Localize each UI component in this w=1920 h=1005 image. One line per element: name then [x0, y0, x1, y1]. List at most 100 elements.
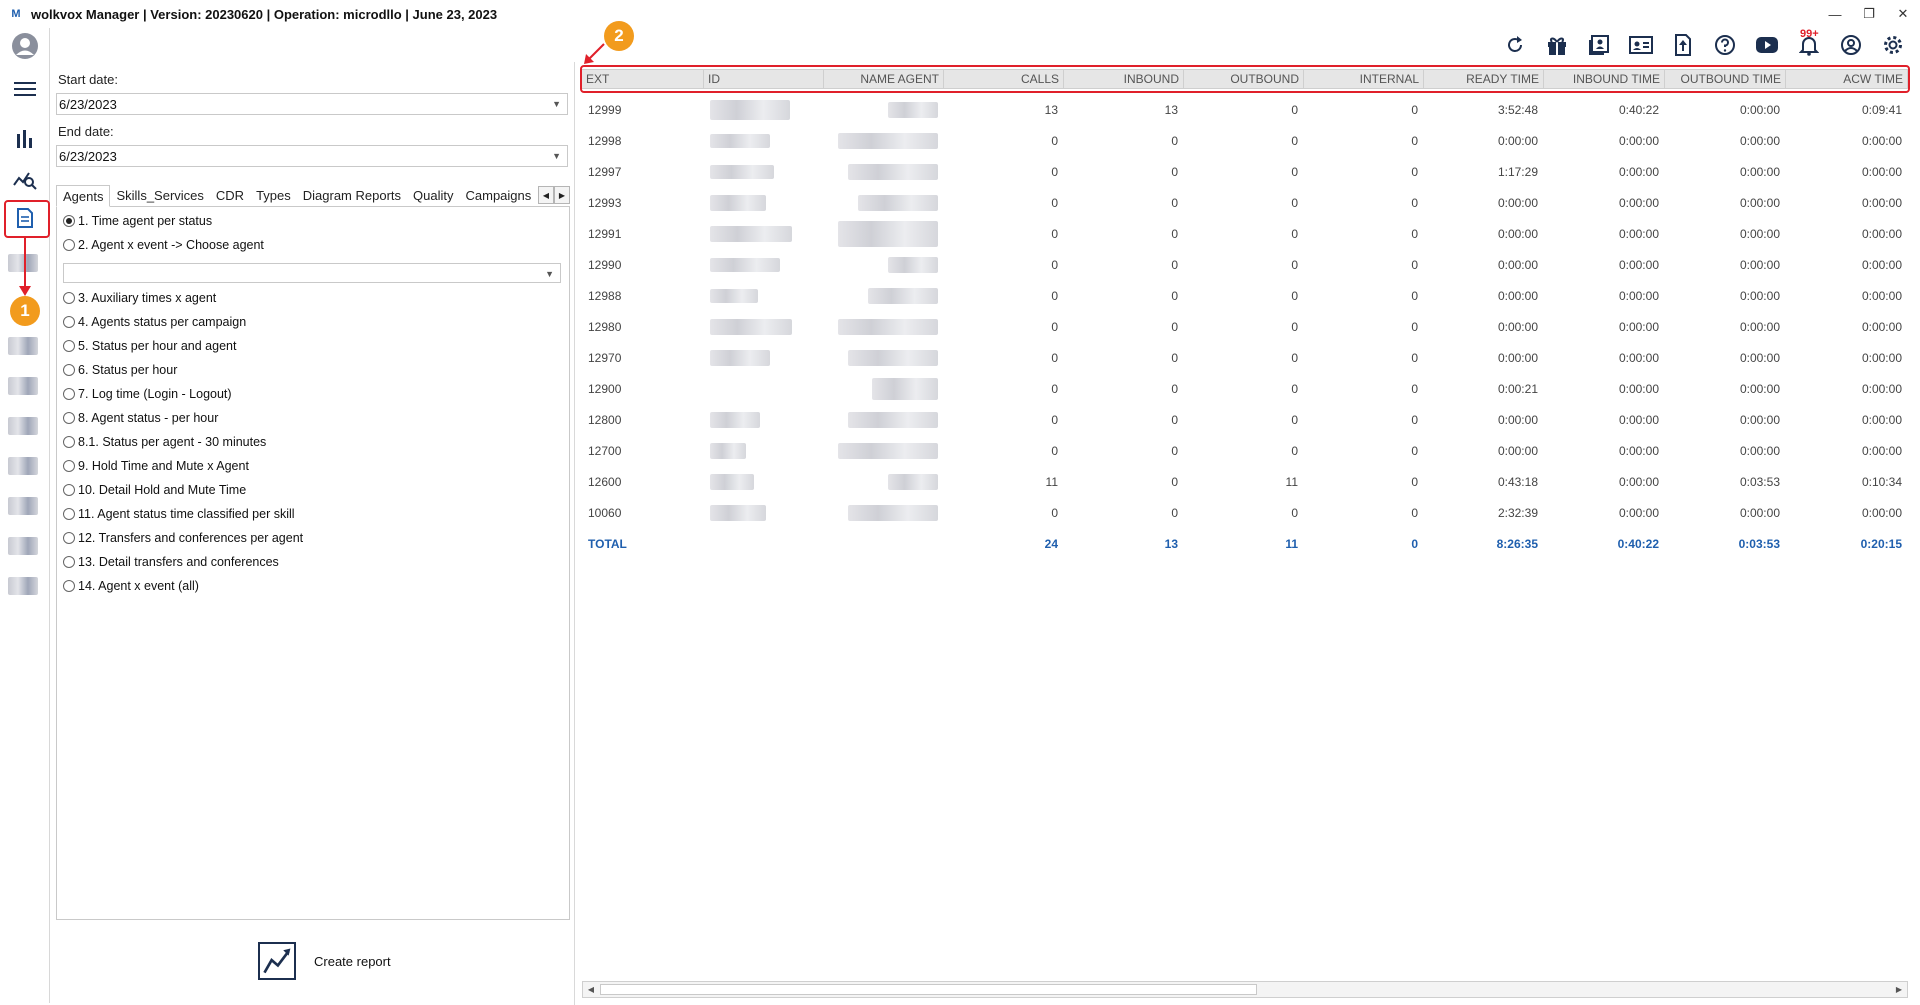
report-option[interactable]: 10. Detail Hold and Mute Time: [63, 483, 246, 497]
report-option[interactable]: 8. Agent status - per hour: [63, 411, 218, 425]
restore-button[interactable]: ❐: [1852, 0, 1886, 28]
report-option[interactable]: 9. Hold Time and Mute x Agent: [63, 459, 249, 473]
chevron-down-icon[interactable]: ▼: [552, 151, 561, 161]
rail-item-redacted[interactable]: [8, 497, 38, 515]
column-header-calls[interactable]: CALLS: [944, 70, 1064, 88]
gift-icon[interactable]: [1536, 28, 1578, 62]
rail-item-redacted[interactable]: [8, 337, 38, 355]
table-row[interactable]: 12600 11 0 11 0 0:43:18 0:00:00 0:03:53 0:10:34: [582, 466, 1908, 497]
table-row[interactable]: 12991 0 0 0 0 0:00:00 0:00:00 0:00:00 0:00:00: [582, 218, 1908, 249]
radio[interactable]: [63, 316, 75, 328]
table-row[interactable]: 12980 0 0 0 0 0:00:00 0:00:00 0:00:00 0:00:00: [582, 311, 1908, 342]
tab-campaigns[interactable]: Campaigns: [460, 185, 538, 206]
chevron-left-icon[interactable]: ◀: [538, 186, 554, 204]
report-option[interactable]: 14. Agent x event (all): [63, 579, 199, 593]
table-row[interactable]: 12993 0 0 0 0 0:00:00 0:00:00 0:00:00 0:00:00: [582, 187, 1908, 218]
column-header-inbound-time[interactable]: INBOUND TIME: [1544, 70, 1665, 88]
user-circle-icon[interactable]: [1830, 28, 1872, 62]
file-export-icon[interactable]: [1662, 28, 1704, 62]
table-row[interactable]: 12999 13 13 0 0 3:52:48 0:40:22 0:00:00 0:09:41: [582, 94, 1908, 125]
close-button[interactable]: ✕: [1886, 0, 1920, 28]
radio[interactable]: [63, 508, 75, 520]
help-icon[interactable]: [1704, 28, 1746, 62]
report-option[interactable]: 4. Agents status per campaign: [63, 315, 246, 329]
bar-chart-icon[interactable]: [8, 123, 42, 153]
minimize-button[interactable]: —: [1818, 0, 1852, 28]
report-option[interactable]: 7. Log time (Login - Logout): [63, 387, 232, 401]
id-card-icon[interactable]: [1620, 28, 1662, 62]
report-option[interactable]: 1. Time agent per status: [63, 214, 212, 228]
radio[interactable]: [63, 364, 75, 376]
report-option[interactable]: 12. Transfers and conferences per agent: [63, 531, 303, 545]
radio[interactable]: [63, 580, 75, 592]
column-header-name-agent[interactable]: NAME AGENT: [824, 70, 944, 88]
report-option[interactable]: 2. Agent x event -> Choose agent: [63, 238, 264, 252]
tab-cdr[interactable]: CDR: [210, 185, 250, 206]
rail-item-redacted[interactable]: [8, 577, 38, 595]
rail-item-redacted[interactable]: [8, 377, 38, 395]
scroll-right-icon[interactable]: ▶: [1891, 982, 1907, 997]
hamburger-menu-icon[interactable]: [8, 74, 42, 104]
table-row[interactable]: 12800 0 0 0 0 0:00:00 0:00:00 0:00:00 0:00:00: [582, 404, 1908, 435]
user-avatar-icon[interactable]: [8, 31, 42, 61]
table-row[interactable]: 12700 0 0 0 0 0:00:00 0:00:00 0:00:00 0:00:00: [582, 435, 1908, 466]
table-row[interactable]: 12990 0 0 0 0 0:00:00 0:00:00 0:00:00 0:00:00: [582, 249, 1908, 280]
table-row[interactable]: 12997 0 0 0 0 1:17:29 0:00:00 0:00:00 0:00:00: [582, 156, 1908, 187]
youtube-icon[interactable]: [1746, 28, 1788, 62]
report-option[interactable]: 5. Status per hour and agent: [63, 339, 236, 353]
radio[interactable]: [63, 436, 75, 448]
radio[interactable]: [63, 388, 75, 400]
radio[interactable]: [63, 484, 75, 496]
chevron-right-icon[interactable]: ▶: [554, 186, 570, 204]
horizontal-scrollbar[interactable]: ◀ ▶: [582, 981, 1908, 998]
tab-diagram-reports[interactable]: Diagram Reports: [297, 185, 407, 206]
end-date-input[interactable]: 6/23/2023 ▼: [56, 145, 568, 167]
radio[interactable]: [63, 460, 75, 472]
column-header-outbound[interactable]: OUTBOUND: [1184, 70, 1304, 88]
radio[interactable]: [63, 239, 75, 251]
report-option[interactable]: 8.1. Status per agent - 30 minutes: [63, 435, 266, 449]
tab-types[interactable]: Types: [250, 185, 297, 206]
column-header-ready-time[interactable]: READY TIME: [1424, 70, 1544, 88]
radio[interactable]: [63, 412, 75, 424]
table-row[interactable]: 12970 0 0 0 0 0:00:00 0:00:00 0:00:00 0:00:00: [582, 342, 1908, 373]
table-row[interactable]: 12900 0 0 0 0 0:00:21 0:00:00 0:00:00 0:00:00: [582, 373, 1908, 404]
report-option[interactable]: 11. Agent status time classified per ski…: [63, 507, 295, 521]
create-report-button[interactable]: Create report: [258, 942, 391, 980]
radio[interactable]: [63, 556, 75, 568]
chevron-down-icon[interactable]: ▼: [545, 269, 554, 279]
radio-selected[interactable]: [63, 215, 75, 227]
rail-item-redacted[interactable]: [8, 417, 38, 435]
refresh-icon[interactable]: [1494, 28, 1536, 62]
column-header-inbound[interactable]: INBOUND: [1064, 70, 1184, 88]
radio[interactable]: [63, 532, 75, 544]
chart-search-icon[interactable]: [8, 164, 42, 194]
report-option[interactable]: 6. Status per hour: [63, 363, 177, 377]
tab-agents[interactable]: Agents: [56, 185, 111, 207]
report-option[interactable]: 13. Detail transfers and conferences: [63, 555, 279, 569]
column-header-ext[interactable]: EXT: [582, 70, 704, 88]
contacts-book-icon[interactable]: [1578, 28, 1620, 62]
report-option[interactable]: 3. Auxiliary times x agent: [63, 291, 216, 305]
table-row[interactable]: 10060 0 0 0 0 2:32:39 0:00:00 0:00:00 0:00:00: [582, 497, 1908, 528]
column-header-id[interactable]: ID: [704, 70, 824, 88]
bell-icon[interactable]: 99+: [1788, 28, 1830, 62]
gear-icon[interactable]: [1872, 28, 1914, 62]
scroll-left-icon[interactable]: ◀: [583, 982, 599, 997]
chevron-down-icon[interactable]: ▼: [552, 99, 561, 109]
rail-item-redacted[interactable]: [8, 457, 38, 475]
table-row[interactable]: 12998 0 0 0 0 0:00:00 0:00:00 0:00:00 0:00:00: [582, 125, 1908, 156]
radio[interactable]: [63, 340, 75, 352]
rail-item-redacted[interactable]: [8, 537, 38, 555]
scrollbar-thumb[interactable]: [600, 984, 1257, 995]
tab-quality[interactable]: Quality: [407, 185, 459, 206]
table-row[interactable]: 12988 0 0 0 0 0:00:00 0:00:00 0:00:00 0:00:00: [582, 280, 1908, 311]
choose-agent-select[interactable]: ▼: [63, 263, 561, 283]
table-total-row[interactable]: TOTAL 24 13 11 0 8:26:35 0:40:22 0:03:53 0:20:15: [582, 528, 1908, 559]
tab-skills-services[interactable]: Skills_Services: [110, 185, 209, 206]
column-header-internal[interactable]: INTERNAL: [1304, 70, 1424, 88]
radio[interactable]: [63, 292, 75, 304]
start-date-input[interactable]: 6/23/2023 ▼: [56, 93, 568, 115]
column-header-outbound-time[interactable]: OUTBOUND TIME: [1665, 70, 1786, 88]
column-header-acw-time[interactable]: ACW TIME: [1786, 70, 1908, 88]
